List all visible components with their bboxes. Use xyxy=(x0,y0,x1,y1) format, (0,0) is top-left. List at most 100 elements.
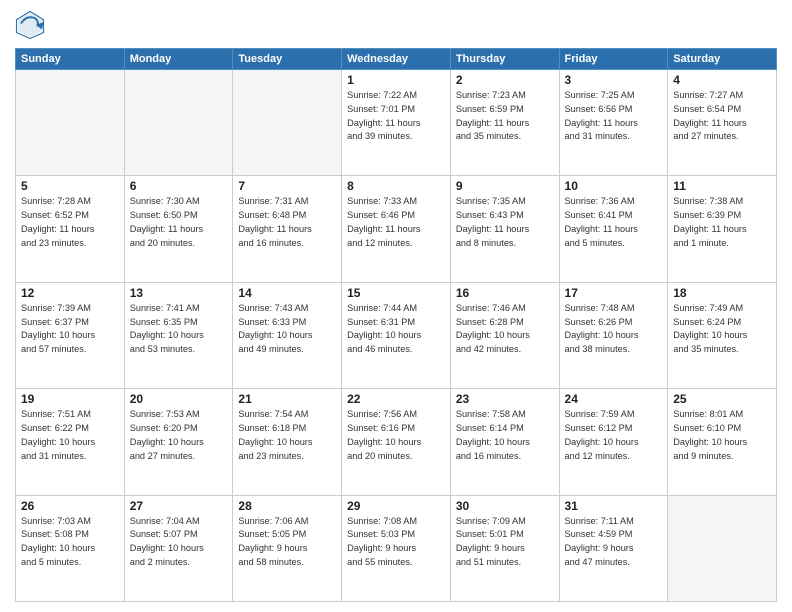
day-info: Sunrise: 7:58 AM Sunset: 6:14 PM Dayligh… xyxy=(456,408,554,463)
day-cell: 17 Sunrise: 7:48 AM Sunset: 6:26 PM Dayli… xyxy=(559,282,668,388)
weekday-sunday: Sunday xyxy=(16,49,125,70)
day-info: Sunrise: 7:11 AM Sunset: 4:59 PM Dayligh… xyxy=(565,515,663,570)
day-number: 11 xyxy=(673,179,771,193)
logo xyxy=(15,10,49,40)
week-row-2: 5 Sunrise: 7:28 AM Sunset: 6:52 PM Daylig… xyxy=(16,176,777,282)
day-number: 3 xyxy=(565,73,663,87)
day-info: Sunrise: 7:51 AM Sunset: 6:22 PM Dayligh… xyxy=(21,408,119,463)
day-cell: 7Sunrise: 7:31 AM Sunset: 6:48 PM Daylig… xyxy=(233,176,342,282)
page: SundayMondayTuesdayWednesdayThursdayFrid… xyxy=(0,0,792,612)
week-row-3: 12Sunrise: 7:39 AM Sunset: 6:37 PM Dayli… xyxy=(16,282,777,388)
week-row-4: 19 Sunrise: 7:51 AM Sunset: 6:22 PM Dayli… xyxy=(16,389,777,495)
day-number: 9 xyxy=(456,179,554,193)
day-info: Sunrise: 7:04 AM Sunset: 5:07 PM Dayligh… xyxy=(130,515,228,570)
day-number: 20 xyxy=(130,392,228,406)
weekday-saturday: Saturday xyxy=(668,49,777,70)
day-info: Sunrise: 7:46 AM Sunset: 6:28 PM Dayligh… xyxy=(456,302,554,357)
day-cell: 15 Sunrise: 7:44 AM Sunset: 6:31 PM Dayli… xyxy=(342,282,451,388)
day-number: 8 xyxy=(347,179,445,193)
day-info: Sunrise: 7:38 AM Sunset: 6:39 PM Dayligh… xyxy=(673,195,771,250)
day-cell xyxy=(668,495,777,601)
day-number: 15 xyxy=(347,286,445,300)
day-number: 22 xyxy=(347,392,445,406)
day-cell: 14 Sunrise: 7:43 AM Sunset: 6:33 PM Dayli… xyxy=(233,282,342,388)
day-info: Sunrise: 7:30 AM Sunset: 6:50 PM Dayligh… xyxy=(130,195,228,250)
day-cell: 8 Sunrise: 7:33 AM Sunset: 6:46 PM Daylig… xyxy=(342,176,451,282)
day-number: 31 xyxy=(565,499,663,513)
day-cell: 30Sunrise: 7:09 AM Sunset: 5:01 PM Dayli… xyxy=(450,495,559,601)
day-number: 6 xyxy=(130,179,228,193)
day-info: Sunrise: 7:54 AM Sunset: 6:18 PM Dayligh… xyxy=(238,408,336,463)
day-info: Sunrise: 7:43 AM Sunset: 6:33 PM Dayligh… xyxy=(238,302,336,357)
day-cell: 6 Sunrise: 7:30 AM Sunset: 6:50 PM Daylig… xyxy=(124,176,233,282)
day-info: Sunrise: 7:08 AM Sunset: 5:03 PM Dayligh… xyxy=(347,515,445,570)
day-number: 1 xyxy=(347,73,445,87)
day-number: 10 xyxy=(565,179,663,193)
weekday-monday: Monday xyxy=(124,49,233,70)
day-info: Sunrise: 7:09 AM Sunset: 5:01 PM Dayligh… xyxy=(456,515,554,570)
day-cell: 22 Sunrise: 7:56 AM Sunset: 6:16 PM Dayli… xyxy=(342,389,451,495)
day-info: Sunrise: 8:01 AM Sunset: 6:10 PM Dayligh… xyxy=(673,408,771,463)
day-cell: 9 Sunrise: 7:35 AM Sunset: 6:43 PM Daylig… xyxy=(450,176,559,282)
day-number: 5 xyxy=(21,179,119,193)
day-cell: 29 Sunrise: 7:08 AM Sunset: 5:03 PM Dayli… xyxy=(342,495,451,601)
day-cell: 25 Sunrise: 8:01 AM Sunset: 6:10 PM Dayli… xyxy=(668,389,777,495)
day-cell: 1 Sunrise: 7:22 AM Sunset: 7:01 PM Daylig… xyxy=(342,70,451,176)
day-cell: 16 Sunrise: 7:46 AM Sunset: 6:28 PM Dayli… xyxy=(450,282,559,388)
day-number: 12 xyxy=(21,286,119,300)
day-number: 16 xyxy=(456,286,554,300)
calendar-table: SundayMondayTuesdayWednesdayThursdayFrid… xyxy=(15,48,777,602)
day-number: 2 xyxy=(456,73,554,87)
day-cell: 2 Sunrise: 7:23 AM Sunset: 6:59 PM Daylig… xyxy=(450,70,559,176)
day-number: 25 xyxy=(673,392,771,406)
day-cell: 3 Sunrise: 7:25 AM Sunset: 6:56 PM Daylig… xyxy=(559,70,668,176)
header xyxy=(15,10,777,40)
day-info: Sunrise: 7:49 AM Sunset: 6:24 PM Dayligh… xyxy=(673,302,771,357)
day-number: 14 xyxy=(238,286,336,300)
day-number: 23 xyxy=(456,392,554,406)
weekday-wednesday: Wednesday xyxy=(342,49,451,70)
day-cell: 21 Sunrise: 7:54 AM Sunset: 6:18 PM Dayli… xyxy=(233,389,342,495)
day-cell: 4Sunrise: 7:27 AM Sunset: 6:54 PM Daylig… xyxy=(668,70,777,176)
day-number: 24 xyxy=(565,392,663,406)
day-cell: 13 Sunrise: 7:41 AM Sunset: 6:35 PM Dayli… xyxy=(124,282,233,388)
day-cell: 11 Sunrise: 7:38 AM Sunset: 6:39 PM Dayli… xyxy=(668,176,777,282)
day-cell: 19 Sunrise: 7:51 AM Sunset: 6:22 PM Dayli… xyxy=(16,389,125,495)
day-number: 29 xyxy=(347,499,445,513)
day-info: Sunrise: 7:31 AM Sunset: 6:48 PM Dayligh… xyxy=(238,195,336,250)
day-info: Sunrise: 7:33 AM Sunset: 6:46 PM Dayligh… xyxy=(347,195,445,250)
day-info: Sunrise: 7:48 AM Sunset: 6:26 PM Dayligh… xyxy=(565,302,663,357)
day-number: 26 xyxy=(21,499,119,513)
day-cell: 31 Sunrise: 7:11 AM Sunset: 4:59 PM Dayli… xyxy=(559,495,668,601)
day-info: Sunrise: 7:56 AM Sunset: 6:16 PM Dayligh… xyxy=(347,408,445,463)
day-number: 13 xyxy=(130,286,228,300)
day-cell: 27Sunrise: 7:04 AM Sunset: 5:07 PM Dayli… xyxy=(124,495,233,601)
day-cell: 5 Sunrise: 7:28 AM Sunset: 6:52 PM Daylig… xyxy=(16,176,125,282)
weekday-thursday: Thursday xyxy=(450,49,559,70)
weekday-tuesday: Tuesday xyxy=(233,49,342,70)
day-info: Sunrise: 7:25 AM Sunset: 6:56 PM Dayligh… xyxy=(565,89,663,144)
day-cell xyxy=(16,70,125,176)
day-cell: 28Sunrise: 7:06 AM Sunset: 5:05 PM Dayli… xyxy=(233,495,342,601)
day-info: Sunrise: 7:53 AM Sunset: 6:20 PM Dayligh… xyxy=(130,408,228,463)
day-info: Sunrise: 7:28 AM Sunset: 6:52 PM Dayligh… xyxy=(21,195,119,250)
day-number: 21 xyxy=(238,392,336,406)
day-number: 19 xyxy=(21,392,119,406)
day-info: Sunrise: 7:22 AM Sunset: 7:01 PM Dayligh… xyxy=(347,89,445,144)
logo-icon xyxy=(15,10,45,40)
day-info: Sunrise: 7:03 AM Sunset: 5:08 PM Dayligh… xyxy=(21,515,119,570)
day-info: Sunrise: 7:44 AM Sunset: 6:31 PM Dayligh… xyxy=(347,302,445,357)
day-cell xyxy=(124,70,233,176)
day-info: Sunrise: 7:23 AM Sunset: 6:59 PM Dayligh… xyxy=(456,89,554,144)
day-number: 17 xyxy=(565,286,663,300)
day-info: Sunrise: 7:36 AM Sunset: 6:41 PM Dayligh… xyxy=(565,195,663,250)
day-info: Sunrise: 7:06 AM Sunset: 5:05 PM Dayligh… xyxy=(238,515,336,570)
day-info: Sunrise: 7:41 AM Sunset: 6:35 PM Dayligh… xyxy=(130,302,228,357)
day-info: Sunrise: 7:27 AM Sunset: 6:54 PM Dayligh… xyxy=(673,89,771,144)
day-cell: 20 Sunrise: 7:53 AM Sunset: 6:20 PM Dayli… xyxy=(124,389,233,495)
day-info: Sunrise: 7:59 AM Sunset: 6:12 PM Dayligh… xyxy=(565,408,663,463)
day-info: Sunrise: 7:35 AM Sunset: 6:43 PM Dayligh… xyxy=(456,195,554,250)
day-cell xyxy=(233,70,342,176)
day-cell: 12Sunrise: 7:39 AM Sunset: 6:37 PM Dayli… xyxy=(16,282,125,388)
week-row-5: 26 Sunrise: 7:03 AM Sunset: 5:08 PM Dayli… xyxy=(16,495,777,601)
